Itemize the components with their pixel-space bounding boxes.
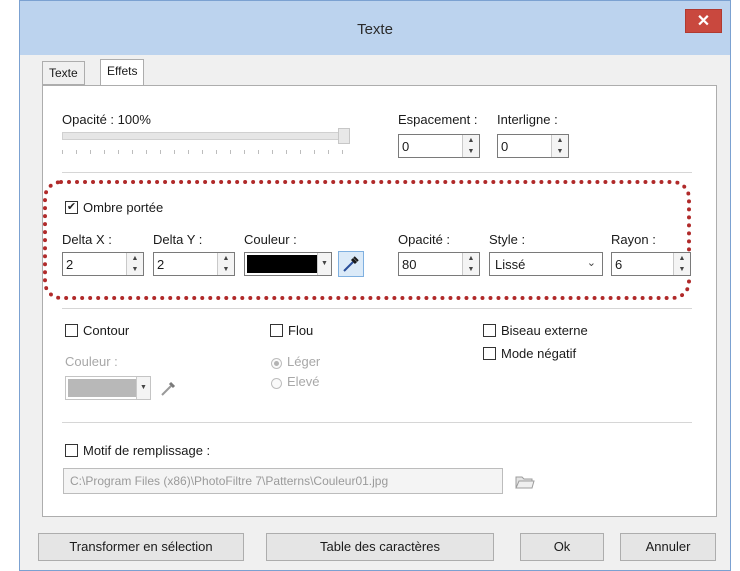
spacing-value: 0	[402, 139, 410, 154]
title-bar: Texte ✕	[20, 1, 730, 55]
light-radio-label: Léger	[287, 354, 321, 369]
close-icon: ✕	[696, 13, 711, 30]
spacing-label: Espacement :	[398, 112, 478, 127]
negative-mode-checkbox[interactable]	[483, 347, 496, 360]
shadow-color-picker[interactable]: ▼	[244, 252, 332, 276]
shadow-opacity-stepper-arrows[interactable]: ▲ ▼	[462, 253, 479, 275]
shadow-checkbox-label: Ombre portée	[83, 200, 164, 215]
shadow-radius-value: 6	[615, 257, 623, 272]
contour-color-picker[interactable]: ▼	[65, 376, 151, 400]
chevron-down-icon: ▼	[317, 253, 331, 275]
negative-mode-label: Mode négatif	[501, 346, 577, 361]
eyedropper-icon	[343, 256, 359, 272]
spacing-stepper-arrows[interactable]: ▲ ▼	[462, 135, 479, 157]
shadow-color-swatch	[247, 255, 317, 273]
contour-eyedropper-button[interactable]	[157, 376, 183, 402]
contour-checkbox[interactable]	[65, 324, 78, 337]
pattern-browse-button[interactable]	[513, 469, 539, 495]
shadow-style-label: Style :	[489, 232, 526, 247]
chevron-down-icon: ▼	[136, 377, 150, 399]
shadow-opacity-label: Opacité :	[398, 232, 451, 247]
shadow-style-value: Lissé	[495, 257, 526, 272]
ok-button[interactable]: Ok	[520, 533, 604, 561]
check-mark-icon: ✔	[66, 201, 77, 213]
tab-effets[interactable]: Effets	[100, 59, 145, 85]
text-dialog: Texte ✕ Texte Effets Opacité : 100% Espa…	[19, 0, 731, 571]
delta-x-stepper-arrows[interactable]: ▲ ▼	[126, 253, 143, 275]
eyedropper-icon	[161, 381, 176, 396]
blur-checkbox[interactable]	[270, 324, 283, 337]
opacity-slider-ticks	[62, 150, 352, 154]
high-radio-label: Elevé	[287, 374, 320, 389]
opacity-label: Opacité : 100%	[62, 112, 151, 127]
separator	[62, 308, 692, 309]
close-button[interactable]: ✕	[685, 9, 722, 33]
transform-selection-button[interactable]: Transformer en sélection	[38, 533, 244, 561]
contour-label: Contour	[83, 323, 130, 338]
shadow-style-select[interactable]: Lissé ⌄	[489, 252, 603, 276]
opacity-slider-thumb[interactable]	[338, 128, 350, 144]
pattern-checkbox[interactable]	[65, 444, 78, 457]
effects-panel: Opacité : 100% Espacement : 0 ▲ ▼ Interli…	[42, 85, 717, 517]
delta-y-label: Delta Y :	[153, 232, 203, 247]
separator	[62, 422, 692, 423]
delta-y-value: 2	[157, 257, 165, 272]
outer-bevel-label: Biseau externe	[501, 323, 588, 338]
pattern-checkbox-label: Motif de remplissage :	[83, 443, 211, 458]
shadow-highlight-frame	[43, 180, 691, 300]
delta-x-label: Delta X :	[62, 232, 112, 247]
line-spacing-label: Interligne :	[497, 112, 558, 127]
shadow-radius-stepper[interactable]: 6 ▲ ▼	[611, 252, 691, 276]
window-title: Texte	[357, 21, 393, 38]
line-spacing-stepper[interactable]: 0 ▲ ▼	[497, 134, 569, 158]
delta-y-stepper[interactable]: 2 ▲ ▼	[153, 252, 235, 276]
shadow-eyedropper-button[interactable]	[338, 251, 364, 277]
tab-texte[interactable]: Texte	[42, 61, 85, 85]
shadow-opacity-value: 80	[402, 257, 417, 272]
folder-open-icon	[515, 476, 535, 489]
shadow-checkbox[interactable]: ✔	[65, 201, 78, 214]
chevron-down-icon: ⌄	[586, 257, 596, 269]
line-spacing-value: 0	[501, 139, 509, 154]
pattern-path-input[interactable]: C:\Program Files (x86)\PhotoFiltre 7\Pat…	[63, 468, 503, 494]
light-radio[interactable]	[271, 358, 282, 369]
outer-bevel-checkbox[interactable]	[483, 324, 496, 337]
shadow-opacity-stepper[interactable]: 80 ▲ ▼	[398, 252, 480, 276]
delta-x-value: 2	[66, 257, 74, 272]
spacing-stepper[interactable]: 0 ▲ ▼	[398, 134, 480, 158]
contour-color-swatch	[68, 379, 136, 397]
separator	[62, 172, 692, 173]
shadow-radius-label: Rayon :	[611, 232, 656, 247]
shadow-color-label: Couleur :	[244, 232, 297, 247]
shadow-radius-stepper-arrows[interactable]: ▲ ▼	[673, 253, 690, 275]
cancel-button[interactable]: Annuler	[620, 533, 716, 561]
high-radio[interactable]	[271, 378, 282, 389]
delta-y-stepper-arrows[interactable]: ▲ ▼	[217, 253, 234, 275]
delta-x-stepper[interactable]: 2 ▲ ▼	[62, 252, 144, 276]
contour-color-label: Couleur :	[65, 354, 118, 369]
line-spacing-stepper-arrows[interactable]: ▲ ▼	[551, 135, 568, 157]
blur-label: Flou	[288, 323, 314, 338]
character-table-button[interactable]: Table des caractères	[266, 533, 494, 561]
opacity-slider-track[interactable]	[62, 132, 350, 140]
